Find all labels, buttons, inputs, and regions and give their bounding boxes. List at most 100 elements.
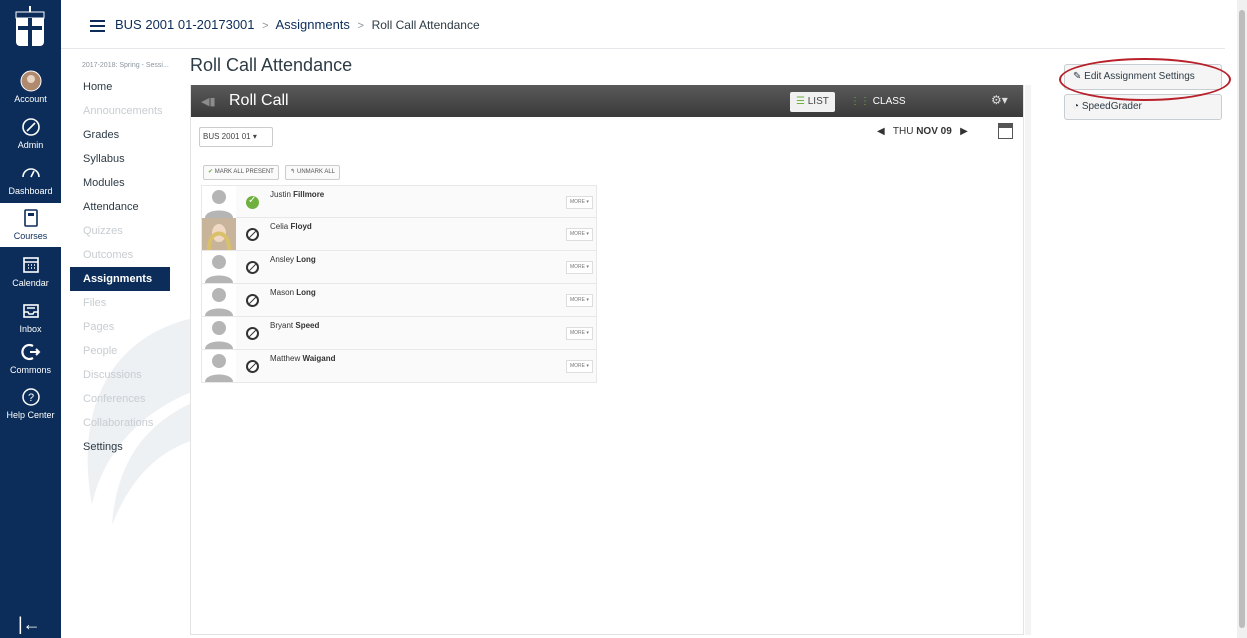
status-toggle[interactable] [246, 195, 259, 209]
student-avatar [202, 317, 236, 349]
student-name[interactable]: Mason Long [270, 288, 316, 297]
more-button[interactable]: MORE ▾ [566, 261, 593, 274]
course-nav-discussions[interactable]: Discussions [70, 363, 170, 387]
course-nav-modules[interactable]: Modules [70, 171, 170, 195]
collapse-nav-icon[interactable]: |← [18, 614, 41, 635]
page-scrollbar[interactable] [1237, 0, 1247, 638]
course-nav-conferences[interactable]: Conferences [70, 387, 170, 411]
student-last-name: Speed [295, 321, 320, 330]
course-nav-announcements[interactable]: Announcements [70, 99, 170, 123]
hamburger-menu-icon[interactable] [90, 20, 105, 32]
student-name[interactable]: Celia Floyd [270, 222, 312, 231]
nav-dashboard[interactable]: Dashboard [0, 162, 61, 196]
status-toggle[interactable] [246, 294, 259, 307]
nav-dashboard-label: Dashboard [8, 186, 53, 196]
nav-account[interactable]: Account [0, 70, 61, 104]
more-button[interactable]: MORE ▾ [566, 294, 593, 307]
student-avatar [202, 186, 236, 218]
student-first-name: Celia [270, 222, 289, 231]
more-button[interactable]: MORE ▾ [566, 360, 593, 373]
unmark-all-button[interactable]: ↰ UNMARK ALL [285, 165, 341, 180]
date-weekday: THU [892, 126, 914, 137]
calendar-icon [22, 257, 39, 273]
course-nav-outcomes[interactable]: Outcomes [70, 243, 170, 267]
student-row: Ansley Long MORE ▾ [201, 251, 597, 284]
course-nav-syllabus[interactable]: Syllabus [70, 147, 170, 171]
class-view-label: CLASS [872, 96, 906, 107]
student-photo [202, 218, 236, 250]
student-row: Matthew Waigand MORE ▾ [201, 350, 597, 383]
breadcrumb-course[interactable]: BUS 2001 01-20173001 [115, 17, 255, 32]
student-row: Bryant Speed MORE ▾ [201, 317, 597, 350]
calendar-picker-icon[interactable] [998, 123, 1013, 139]
status-toggle[interactable] [246, 360, 259, 373]
school-logo-icon[interactable] [12, 6, 48, 50]
nav-inbox[interactable]: Inbox [0, 300, 61, 334]
highlight-annotation [1059, 58, 1231, 101]
more-button[interactable]: MORE ▾ [566, 196, 593, 209]
mark-all-present-label: MARK ALL PRESENT [214, 169, 274, 175]
nav-inbox-label: Inbox [19, 324, 42, 334]
status-toggle[interactable] [246, 228, 259, 241]
student-last-name: Waigand [302, 354, 336, 363]
course-nav-quizzes[interactable]: Quizzes [70, 219, 170, 243]
student-name[interactable]: Bryant Speed [270, 321, 319, 330]
more-button[interactable]: MORE ▾ [566, 228, 593, 241]
date-day: NOV 09 [916, 126, 952, 137]
nav-calendar[interactable]: Calendar [0, 254, 61, 288]
course-nav-assignments[interactable]: Assignments [70, 267, 170, 291]
prev-date-icon[interactable]: ◀ [877, 126, 885, 137]
breadcrumb-separator: > [357, 20, 364, 32]
unmark-all-label: UNMARK ALL [297, 169, 336, 175]
bulk-actions: ✔ MARK ALL PRESENT ↰ UNMARK ALL [203, 160, 342, 180]
check-icon: ✔ [208, 169, 214, 175]
nav-commons[interactable]: Commons [0, 341, 61, 375]
course-nav-people[interactable]: People [70, 339, 170, 363]
course-nav-pages[interactable]: Pages [70, 315, 170, 339]
student-last-name: Long [296, 288, 316, 297]
more-button[interactable]: MORE ▾ [566, 327, 593, 340]
course-nav-attendance[interactable]: Attendance [70, 195, 170, 219]
course-nav-collaborations[interactable]: Collaborations [70, 411, 170, 435]
nav-courses-label: Courses [13, 231, 48, 241]
inner-scrollbar[interactable] [1025, 85, 1031, 635]
student-last-name: Fillmore [293, 190, 325, 199]
course-nav-grades[interactable]: Grades [70, 123, 170, 147]
date-navigator: ◀ THU NOV 09 ▶ [877, 126, 968, 137]
mark-all-present-button[interactable]: ✔ MARK ALL PRESENT [203, 165, 279, 180]
svg-text:?: ? [27, 392, 33, 404]
list-view-label: LIST [807, 96, 829, 107]
speedgrader-label: SpeedGrader [1081, 101, 1142, 112]
nav-account-label: Account [14, 94, 47, 104]
student-last-name: Long [296, 255, 316, 264]
class-view-toggle[interactable]: ⋮⋮ CLASS [844, 92, 912, 112]
scrollbar-thumb[interactable] [1239, 10, 1245, 628]
course-nav-settings[interactable]: Settings [70, 435, 170, 459]
status-toggle[interactable] [246, 261, 259, 274]
student-avatar [202, 251, 236, 283]
course-nav-home[interactable]: Home [70, 75, 170, 99]
student-name[interactable]: Matthew Waigand [270, 354, 336, 363]
student-avatar [202, 350, 236, 382]
breadcrumb: BUS 2001 01-20173001 > Assignments > Rol… [115, 17, 480, 32]
roll-call-title: Roll Call [229, 92, 289, 109]
status-toggle[interactable] [246, 327, 259, 340]
gear-icon[interactable]: ⚙▾ [991, 93, 1008, 107]
student-row: Mason Long MORE ▾ [201, 284, 597, 317]
course-nav-files[interactable]: Files [70, 291, 170, 315]
nav-help-center[interactable]: ? Help Center [0, 386, 61, 420]
term-label: 2017-2018: Spring - Sessi... [82, 62, 169, 69]
nav-commons-label: Commons [9, 365, 51, 375]
student-avatar [202, 284, 236, 316]
student-name[interactable]: Ansley Long [270, 255, 316, 264]
breadcrumb-assignments[interactable]: Assignments [275, 17, 349, 32]
nav-courses[interactable]: Courses [0, 203, 61, 247]
section-select[interactable]: BUS 2001 01 ▾ [199, 127, 273, 147]
student-first-name: Mason [270, 288, 295, 297]
nav-admin[interactable]: Admin [0, 116, 61, 150]
next-date-icon[interactable]: ▶ [960, 126, 968, 137]
student-first-name: Matthew [270, 354, 301, 363]
grid-icon: ⋮⋮ [850, 96, 870, 107]
student-name[interactable]: Justin Fillmore [270, 190, 324, 199]
list-view-toggle[interactable]: ☰ LIST [790, 92, 835, 112]
